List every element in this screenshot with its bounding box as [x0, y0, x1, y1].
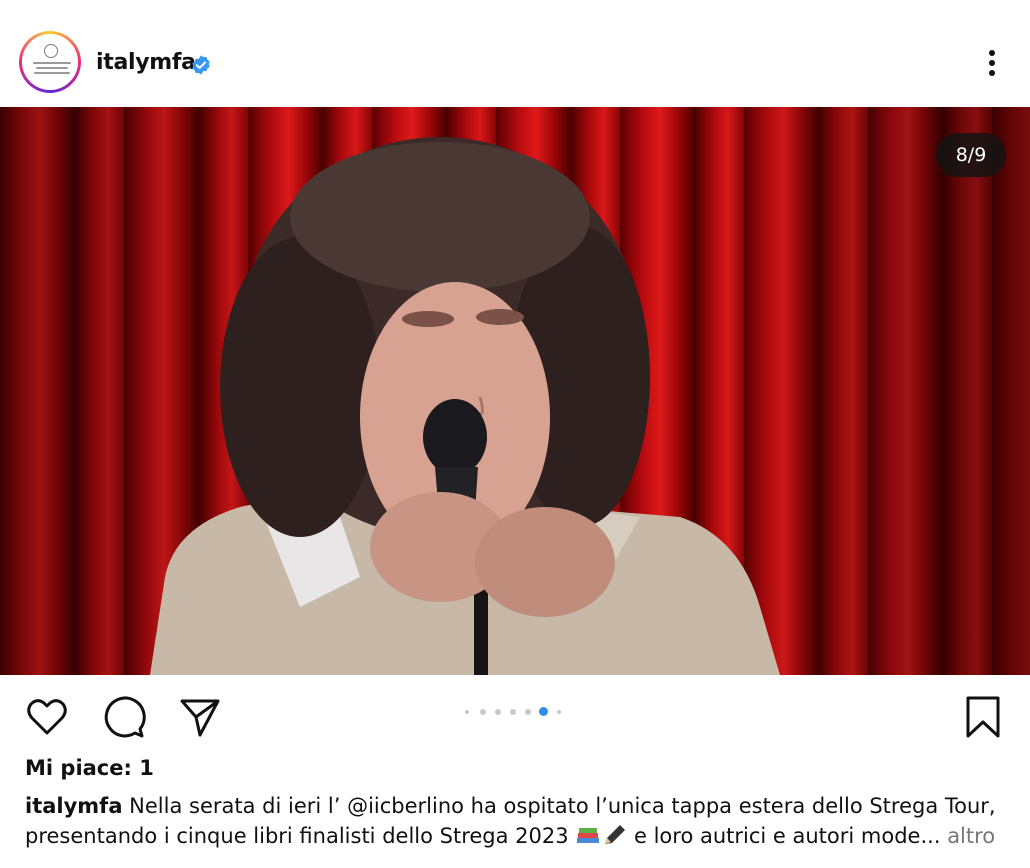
- speaker-photo: [150, 137, 780, 675]
- bookmark-icon[interactable]: [961, 695, 1005, 739]
- caption-more-link[interactable]: altro: [947, 824, 995, 848]
- carousel-indicator: [460, 706, 570, 718]
- carousel-dot-active: [539, 707, 548, 716]
- carousel-dot: [510, 709, 516, 715]
- caption-line-2-end: e loro autrici e autori mode...: [634, 824, 941, 848]
- caption-username[interactable]: italymfa: [25, 794, 122, 818]
- avatar-logo: [22, 34, 78, 90]
- verified-badge-icon: [192, 55, 210, 75]
- caption-line-2-start: presentando i cinque libri finalisti del…: [25, 824, 569, 848]
- post-header: italymfa: [0, 0, 1030, 107]
- emblem-icon: [44, 44, 58, 58]
- carousel-dot: [495, 709, 501, 715]
- post-username[interactable]: italymfa: [96, 50, 196, 75]
- profile-avatar[interactable]: [19, 31, 81, 93]
- action-bar: [0, 675, 1030, 755]
- post-image[interactable]: 8/9: [0, 107, 1030, 675]
- carousel-dot: [465, 710, 469, 714]
- carousel-dot: [525, 709, 531, 715]
- post-caption: italymfa Nella serata di ieri l’ @iicber…: [25, 791, 1015, 851]
- comment-icon[interactable]: [102, 695, 146, 739]
- image-counter: 8/9: [936, 133, 1006, 177]
- carousel-dot: [480, 709, 486, 715]
- send-icon[interactable]: [178, 695, 222, 739]
- more-vertical-icon[interactable]: [977, 45, 1007, 81]
- pen-emoji-icon: [605, 825, 626, 844]
- like-count[interactable]: Mi piace: 1: [25, 756, 154, 780]
- carousel-dot: [557, 710, 561, 714]
- books-emoji-icon: [577, 828, 600, 843]
- heart-icon[interactable]: [25, 695, 69, 739]
- caption-line-1: Nella serata di ieri l’ @iicberlino ha o…: [129, 794, 996, 818]
